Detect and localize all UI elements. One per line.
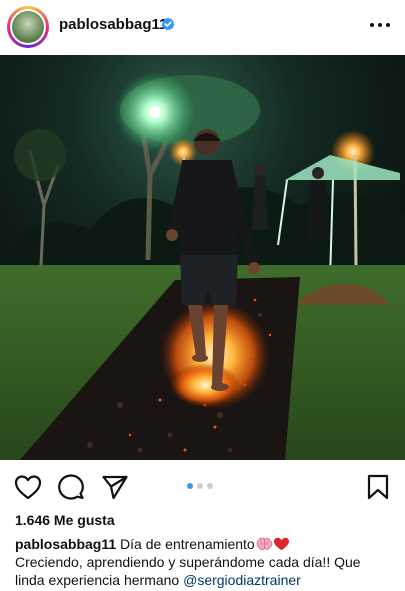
carousel-dot <box>207 483 213 489</box>
caption-text-line2: Creciendo, aprendiendo y superándome cad… <box>15 554 361 570</box>
carousel-dot <box>197 483 203 489</box>
photo-scene <box>0 55 405 460</box>
post-caption: pablosabbag11 Día de entrenamiento Creci… <box>15 535 395 589</box>
post-photo[interactable] <box>0 55 405 460</box>
carousel-dot <box>187 483 193 489</box>
avatar-frame <box>10 9 46 45</box>
red-heart-emoji-icon <box>273 537 289 551</box>
heart-icon[interactable] <box>14 474 42 500</box>
avatar-image <box>12 11 44 43</box>
caption-mention-link[interactable]: @sergiodiaztrainer <box>183 572 301 588</box>
more-options-icon[interactable] <box>370 23 390 29</box>
send-icon[interactable] <box>101 474 129 500</box>
likes-count[interactable]: 1.646 Me gusta <box>15 512 115 528</box>
avatar[interactable] <box>7 6 49 48</box>
comment-icon[interactable] <box>57 474 85 500</box>
caption-username[interactable]: pablosabbag11 <box>15 536 116 552</box>
brain-emoji-icon <box>256 537 272 550</box>
instagram-post: pablosabbag11 1.646 Me gusta pablosabbag… <box>0 0 405 591</box>
post-username[interactable]: pablosabbag11 <box>59 16 167 33</box>
caption-text-line1: Día de entrenamiento <box>120 536 255 552</box>
carousel-indicator <box>187 483 217 491</box>
verified-badge-icon <box>161 17 175 31</box>
bookmark-icon[interactable] <box>364 474 392 500</box>
post-header: pablosabbag11 <box>0 0 405 54</box>
caption-text-line3: linda experiencia hermano <box>15 572 180 588</box>
